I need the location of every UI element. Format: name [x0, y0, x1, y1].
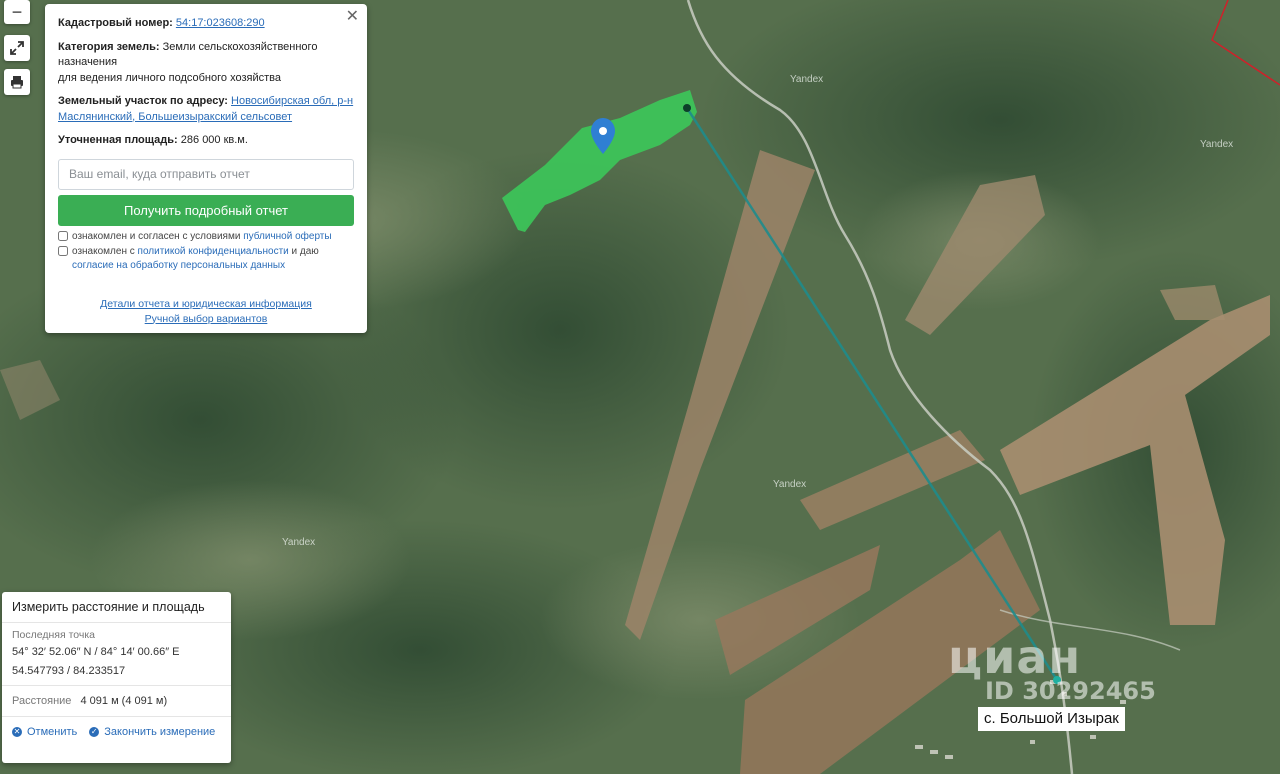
report-details-link[interactable]: Детали отчета и юридическая информация	[58, 297, 354, 312]
address-label: Земельный участок по адресу:	[58, 95, 228, 107]
cancel-label: Отменить	[27, 726, 78, 738]
privacy-policy-link[interactable]: политикой конфиденциальности	[138, 246, 289, 257]
village-label: с. Большой Изырак	[978, 707, 1125, 731]
expand-icon	[10, 41, 24, 55]
agree-offer-checkbox[interactable]	[58, 230, 68, 241]
agree-privacy-mid: и даю	[291, 245, 319, 257]
cadastral-label: Кадастровый номер:	[58, 17, 173, 29]
public-offer-link[interactable]: публичной оферты	[243, 231, 331, 242]
category-row: Категория земель: Земли сельскохозяйстве…	[58, 40, 354, 87]
agree-privacy-checkbox[interactable]	[58, 245, 68, 256]
plot-info-card: ✕ Кадастровый номер: 54:17:023608:290 Ка…	[45, 4, 367, 333]
cancel-measure-button[interactable]: ✕ Отменить	[12, 726, 77, 738]
distance-row: Расстояние 4 091 м (4 091 м)	[2, 685, 231, 717]
print-button[interactable]	[4, 69, 30, 95]
check-icon: ✓	[89, 727, 100, 737]
address-row: Земельный участок по адресу: Новосибирск…	[58, 94, 354, 125]
fullscreen-button[interactable]	[4, 35, 30, 61]
printer-icon	[11, 76, 23, 89]
area-row: Уточненная площадь: 286 000 кв.м.	[58, 133, 354, 149]
measure-actions: ✕ Отменить ✓ Закончить измерение	[2, 717, 231, 747]
last-point-label: Последняя точка	[12, 629, 96, 641]
measure-title: Измерить расстояние и площадь	[2, 592, 231, 623]
map-watermark: Yandex	[1200, 139, 1234, 150]
manual-selection-link[interactable]: Ручной выбор вариантов	[58, 312, 354, 327]
last-point-section: Последняя точка 54° 32′ 52.06″ N / 84° 1…	[2, 623, 231, 685]
map-watermark: Yandex	[282, 537, 316, 548]
measure-panel: Измерить расстояние и площадь Последняя …	[2, 592, 231, 763]
area-value: 286 000 кв.м.	[180, 134, 248, 146]
close-icon[interactable]: ✕	[346, 9, 359, 25]
personal-data-consent-link[interactable]: согласие на обработку персональных данны…	[72, 260, 285, 271]
map-watermark: Yandex	[773, 479, 807, 490]
agree-privacy-row: ознакомлен с политикой конфиденциальност…	[58, 245, 354, 273]
measurement-start-point	[683, 104, 691, 112]
distance-label: Расстояние	[12, 695, 72, 707]
coords-dms: 54° 32′ 52.06″ N / 84° 14′ 00.66″ E	[12, 646, 180, 658]
area-label: Уточненная площадь:	[58, 134, 178, 146]
finish-measure-button[interactable]: ✓ Закончить измерение	[89, 726, 215, 738]
cadastral-number-link[interactable]: 54:17:023608:290	[176, 17, 265, 29]
get-report-button[interactable]: Получить подробный отчет	[58, 194, 354, 226]
card-links: Детали отчета и юридическая информация Р…	[58, 297, 354, 327]
distance-value: 4 091 м (4 091 м)	[80, 695, 168, 707]
agree-offer-text: ознакомлен и согласен с условиями	[72, 230, 241, 242]
zoom-out-button[interactable]: −	[4, 0, 30, 24]
map-watermark: Yandex	[790, 74, 824, 85]
cadastral-row: Кадастровый номер: 54:17:023608:290	[58, 16, 354, 32]
agree-offer-row: ознакомлен и согласен с условиями публич…	[58, 230, 354, 244]
email-input[interactable]	[58, 158, 354, 190]
cancel-icon: ✕	[12, 727, 22, 737]
category-use: для ведения личного подсобного хозяйства	[58, 71, 281, 84]
finish-label: Закончить измерение	[104, 726, 216, 738]
cian-watermark-id: ID 30292465	[985, 677, 1156, 705]
minus-icon: −	[11, 2, 23, 22]
cian-watermark-logo: циан	[948, 630, 1082, 684]
coords-decimal: 54.547793 / 84.233517	[12, 665, 126, 677]
category-label: Категория земель:	[58, 40, 160, 53]
agree-privacy-text: ознакомлен с	[72, 245, 135, 257]
